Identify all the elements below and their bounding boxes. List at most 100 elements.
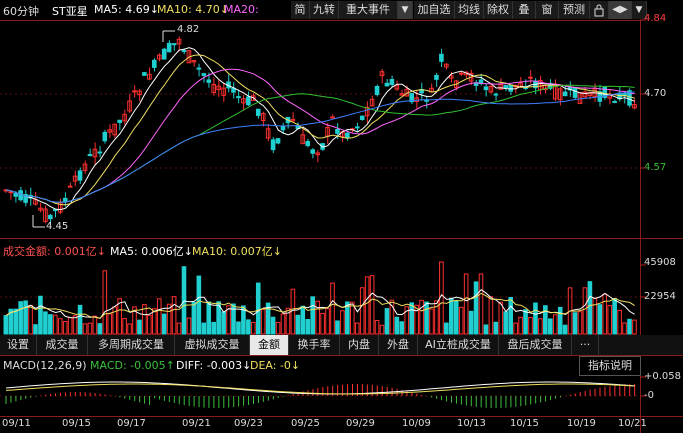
tab-multi-period-volume[interactable]: 多周期成交量 xyxy=(88,335,175,355)
candle-body xyxy=(48,214,53,220)
volume-bar xyxy=(617,309,622,335)
candle-body xyxy=(439,53,444,62)
volume-bar xyxy=(156,298,162,335)
tab-turnover[interactable]: 换手率 xyxy=(289,335,340,355)
volume-bar xyxy=(632,319,637,335)
tab-settings[interactable]: 设置 xyxy=(0,335,37,355)
diff-legend: DIFF: -0.003↓ xyxy=(176,359,252,372)
volume-bar xyxy=(206,301,212,335)
volume-bar xyxy=(295,314,301,335)
volume-bar xyxy=(478,273,484,335)
low-price-annotation: 4.45 xyxy=(46,221,69,232)
volume-bar xyxy=(97,323,103,335)
candle-body xyxy=(424,99,429,102)
macd-axis-label-top: +0.058 xyxy=(644,371,682,382)
volume-bar xyxy=(320,312,325,335)
candle-body xyxy=(280,125,286,131)
volume-bar xyxy=(57,318,63,335)
date-label: 09/21 xyxy=(182,418,211,429)
volume-bar xyxy=(330,282,335,335)
volume-bar xyxy=(468,310,474,335)
volume-bar xyxy=(602,293,608,335)
candle-body xyxy=(166,42,172,53)
volume-bar xyxy=(82,323,88,335)
volume-bar xyxy=(379,324,385,335)
volume-bar xyxy=(236,321,241,335)
volume-bar xyxy=(335,320,340,335)
volume-bar xyxy=(201,322,207,335)
candle-body xyxy=(305,140,311,147)
volume-bar xyxy=(597,304,603,335)
volume-bar xyxy=(493,321,499,335)
tab-volume[interactable]: 成交量 xyxy=(37,335,88,355)
volume-bar xyxy=(508,296,513,335)
macd-axis-label-zero: -0 xyxy=(644,390,654,401)
volume-bar xyxy=(419,299,424,335)
volume-title: 成交金额: 0.001亿↓ xyxy=(3,245,106,258)
tab-virtual-volume[interactable]: 虚拟成交量 xyxy=(175,335,250,355)
volume-bar xyxy=(255,282,261,335)
candle-body xyxy=(117,119,122,123)
candle-body xyxy=(62,197,68,202)
date-label: 10/21 xyxy=(618,418,647,429)
volume-bar xyxy=(473,281,479,335)
tab-outer-disk[interactable]: 外盘 xyxy=(379,335,418,355)
macd-value-legend: MACD: -0.005↑ xyxy=(90,359,175,372)
volume-bar xyxy=(384,308,390,335)
volume-bar xyxy=(137,319,142,335)
volume-bar xyxy=(483,324,489,335)
volume-bar xyxy=(161,313,167,335)
volume-bar xyxy=(453,300,459,335)
moving-average-lines xyxy=(5,47,635,211)
candle-body xyxy=(508,84,513,92)
candle-body xyxy=(483,86,489,91)
date-label: 09/11 xyxy=(2,418,31,429)
candle-body xyxy=(345,132,350,139)
date-label: 10/13 xyxy=(457,418,486,429)
indicator-help-button[interactable]: 指标说明 xyxy=(579,356,641,376)
volume-bar xyxy=(359,287,365,335)
volume-bar xyxy=(533,302,538,335)
volume-bar xyxy=(572,312,578,335)
candlesticks xyxy=(3,36,637,225)
candle-body xyxy=(87,154,93,157)
tab-amount[interactable]: 金额 xyxy=(250,335,289,355)
volume-bar xyxy=(246,319,251,335)
candle-body xyxy=(335,128,340,134)
volume-bar xyxy=(62,321,68,335)
candle-body xyxy=(206,79,212,83)
candle-body xyxy=(142,72,147,76)
volume-bar xyxy=(107,313,113,335)
candle-body xyxy=(255,108,261,116)
volume-bar xyxy=(562,324,568,335)
candle-body xyxy=(152,59,157,68)
volume-bar xyxy=(523,309,528,335)
macd-line xyxy=(5,381,635,395)
date-label: 09/29 xyxy=(346,418,375,429)
candle-body xyxy=(572,86,578,98)
candle-body xyxy=(310,149,315,154)
volume-bar xyxy=(449,297,454,335)
tab-inner-disk[interactable]: 内盘 xyxy=(340,335,379,355)
candle-body xyxy=(359,115,365,121)
candle-body xyxy=(434,74,439,80)
volume-bar xyxy=(28,304,33,335)
candle-body xyxy=(246,96,251,106)
volume-ma10-legend: MA10: 0.007亿↓ xyxy=(192,245,282,258)
volume-bar xyxy=(498,301,504,335)
candle-body xyxy=(196,67,202,70)
tab-more[interactable]: ··· xyxy=(572,335,599,355)
candle-body xyxy=(181,50,187,53)
candle-body xyxy=(161,48,167,60)
volume-bars xyxy=(3,261,637,335)
volume-bar xyxy=(424,301,429,335)
volume-bar xyxy=(350,301,355,335)
tab-ai-volume[interactable]: AI立桩成交量 xyxy=(418,335,499,355)
volume-bar xyxy=(275,321,281,335)
candle-body xyxy=(493,93,499,96)
tab-after-hours-volume[interactable]: 盘后成交量 xyxy=(499,335,572,355)
volume-bar xyxy=(43,311,48,335)
candle-body xyxy=(612,100,617,103)
volume-bar xyxy=(221,311,226,335)
volume-bar xyxy=(3,315,9,335)
